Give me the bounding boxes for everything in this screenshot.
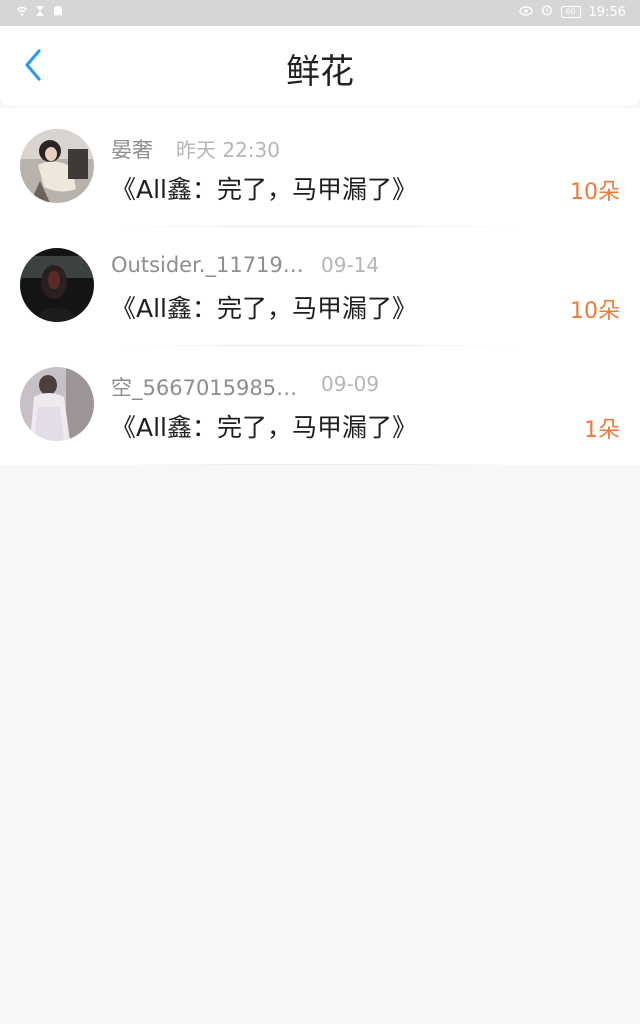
book-title[interactable]: 《All鑫：完了，马甲漏了》: [111, 170, 417, 206]
list-item[interactable]: 晏奢 昨天 22:30 《All鑫：完了，马甲漏了》 10朵: [0, 108, 640, 227]
eye-icon: [518, 5, 533, 20]
status-left-icons: [16, 5, 64, 17]
status-time: 19:56: [588, 4, 626, 20]
page-title: 鲜花: [286, 52, 354, 92]
divider: [120, 464, 520, 465]
book-title[interactable]: 《All鑫：完了，马甲漏了》: [111, 408, 417, 444]
status-right-icons: 60 19:56: [518, 4, 626, 20]
flower-count: 10朵: [570, 299, 620, 324]
user-name[interactable]: 空_5667015985…: [111, 372, 297, 402]
book-title[interactable]: 《All鑫：完了，马甲漏了》: [111, 289, 417, 325]
wifi-icon: [16, 5, 28, 17]
flower-count: 10朵: [570, 180, 620, 205]
notification-icon: [52, 5, 64, 17]
avatar[interactable]: [20, 248, 94, 322]
user-name[interactable]: 晏奢: [111, 134, 153, 164]
list-item[interactable]: 空_5667015985… 09-09 《All鑫：完了，马甲漏了》 1朵: [0, 346, 640, 465]
header: 鲜花: [0, 26, 640, 106]
timestamp: 09-09: [321, 372, 380, 396]
timestamp: 昨天 22:30: [176, 138, 280, 162]
flower-list: 晏奢 昨天 22:30 《All鑫：完了，马甲漏了》 10朵 Outsider.…: [0, 108, 640, 465]
list-item[interactable]: Outsider._11719… 09-14 《All鑫：完了，马甲漏了》 10…: [0, 227, 640, 346]
battery-icon: 60: [560, 6, 581, 18]
flower-count: 1朵: [584, 418, 620, 443]
avatar[interactable]: [20, 129, 94, 203]
status-bar: 60 19:56: [0, 0, 640, 26]
alarm-icon: [541, 4, 553, 20]
avatar[interactable]: [20, 367, 94, 441]
hourglass-icon: [34, 5, 46, 17]
page: 60 19:56 鲜花 晏奢 昨天 22:30 《All鑫：完了，马甲漏了》 1…: [0, 0, 640, 1024]
timestamp: 09-14: [321, 253, 380, 277]
user-name[interactable]: Outsider._11719…: [111, 253, 304, 277]
